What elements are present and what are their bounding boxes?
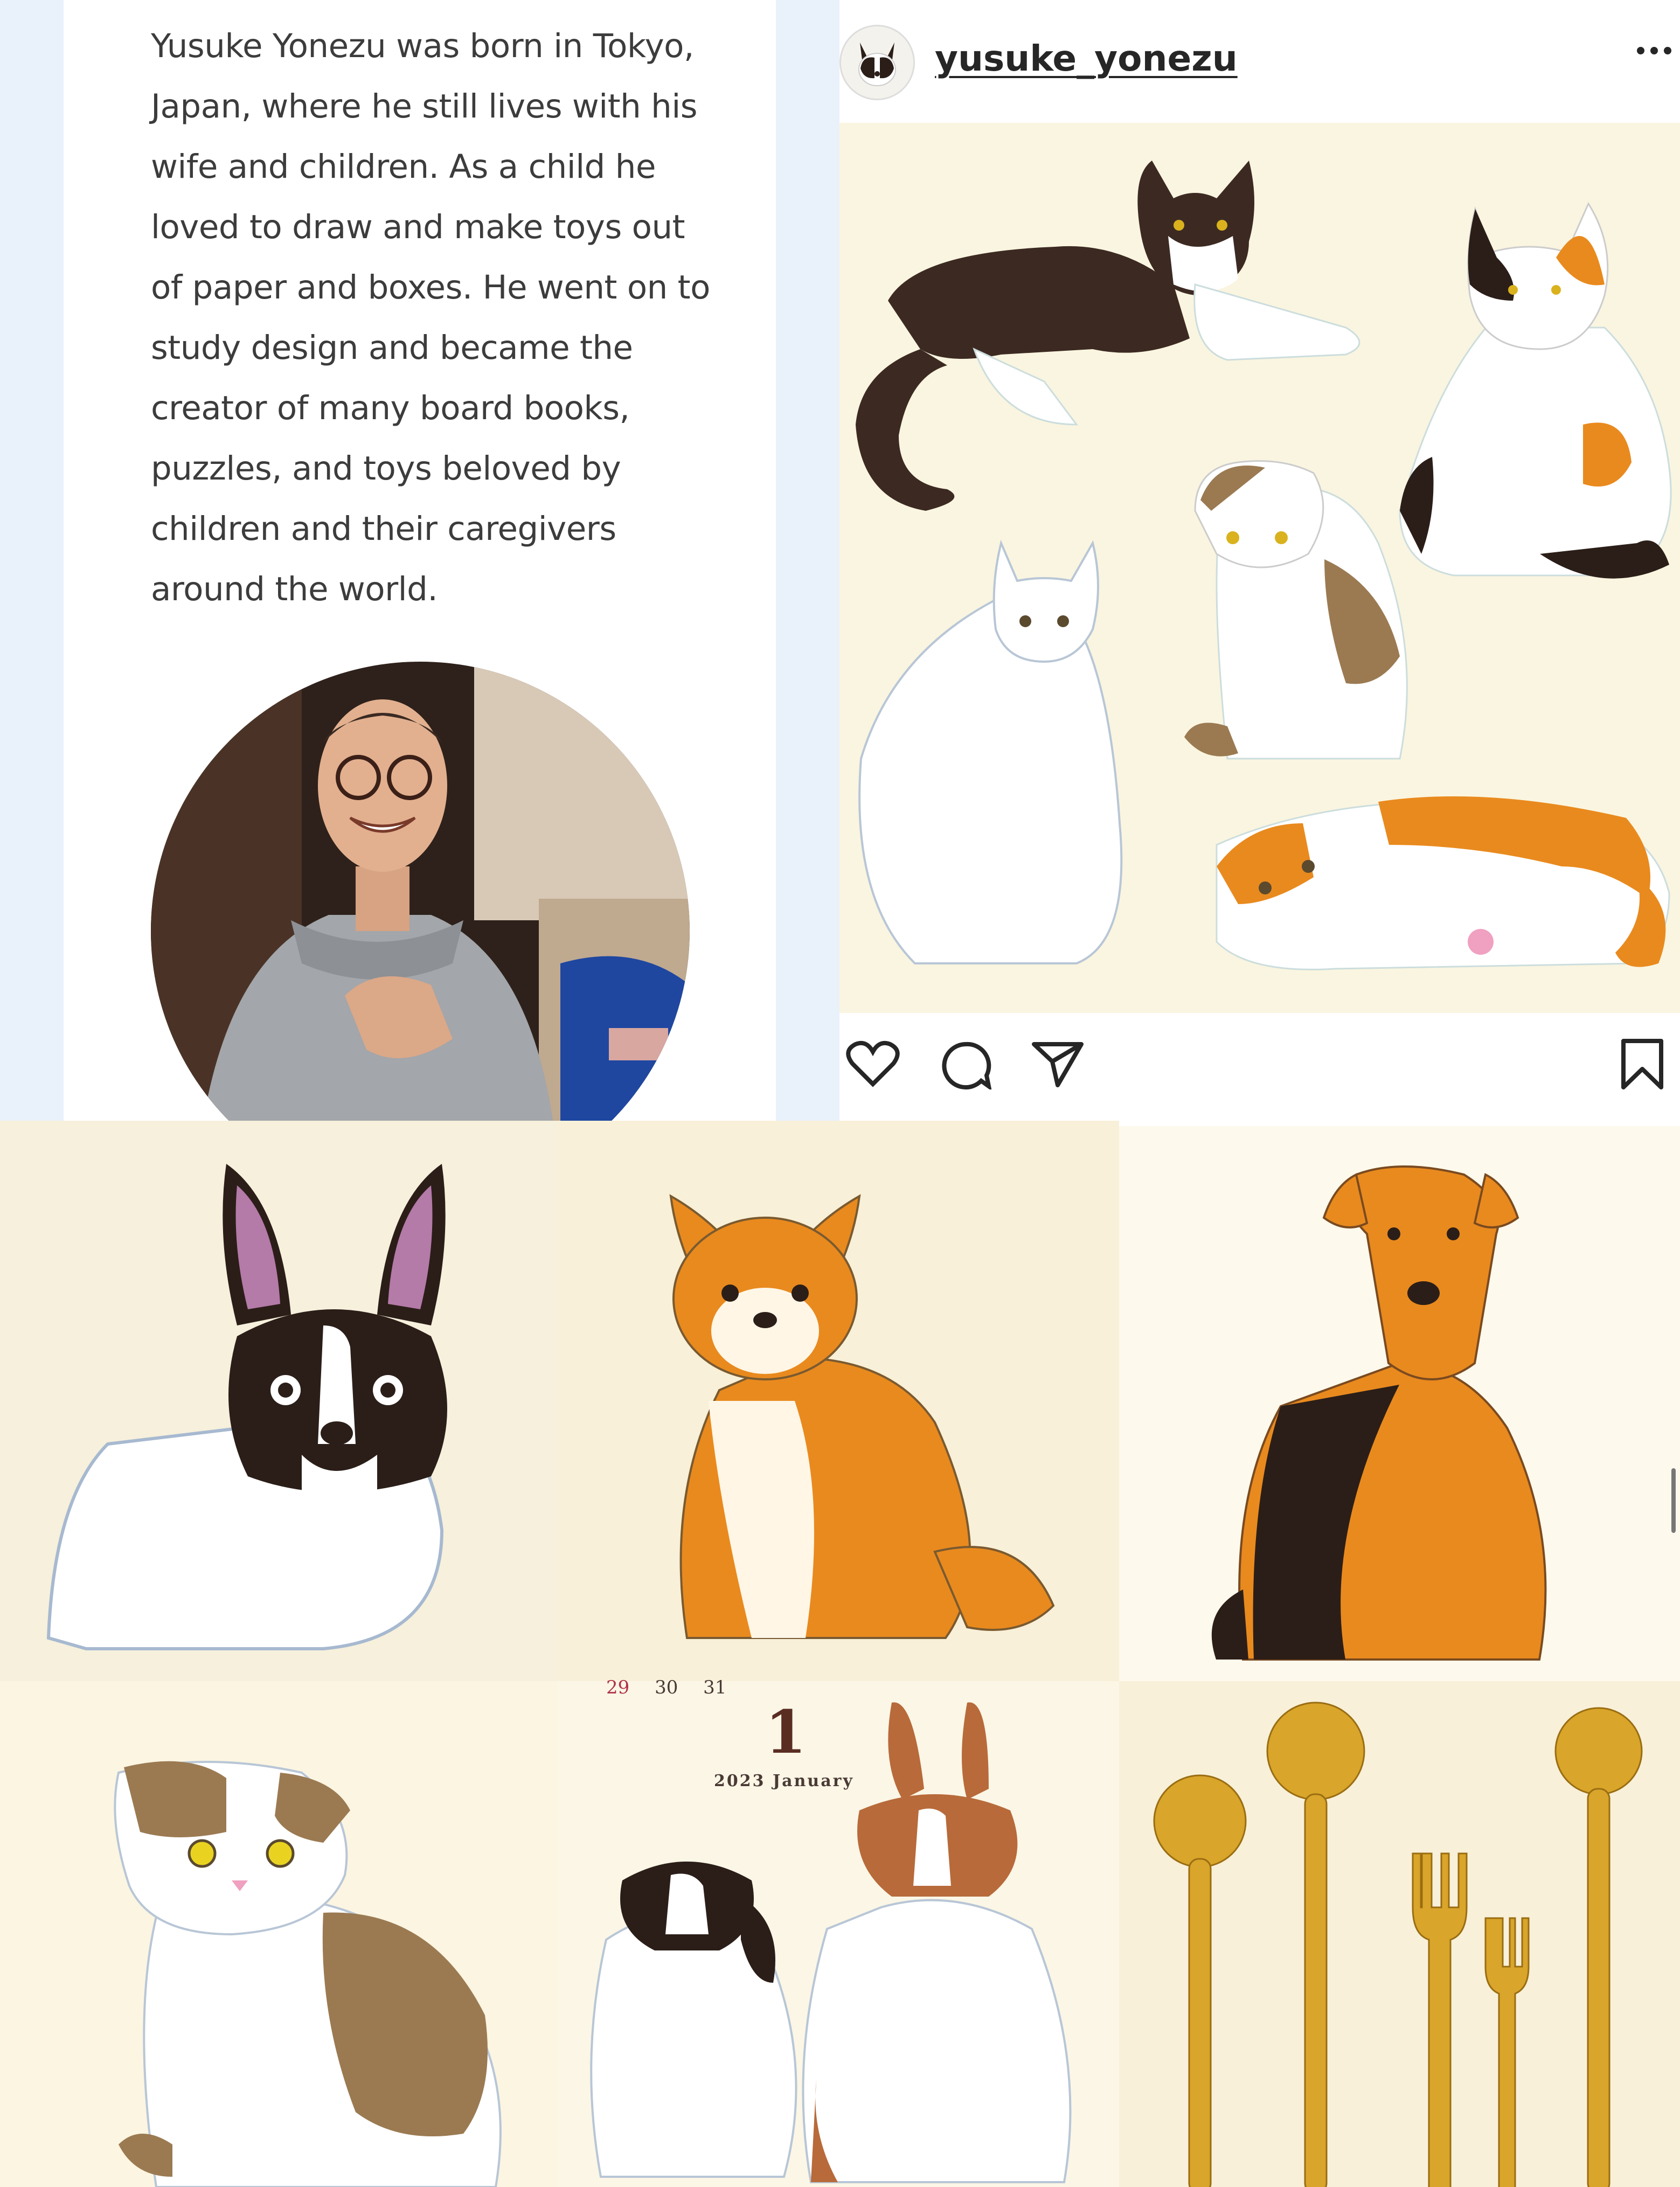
bio-line: wife and children. As a child he xyxy=(151,148,656,186)
calendar-day: 29 xyxy=(606,1677,630,1698)
spoons-forks-illustration xyxy=(1119,1681,1680,2187)
calendar-day: 30 xyxy=(655,1677,678,1698)
author-photo-illustration xyxy=(151,662,690,1121)
comment-icon[interactable] xyxy=(939,1041,993,1092)
french-bulldog-illustration xyxy=(0,1121,558,1681)
author-photo xyxy=(151,662,690,1121)
profile-avatar[interactable] xyxy=(839,25,915,100)
bio-line: creator of many board books, xyxy=(151,389,630,427)
share-icon[interactable] xyxy=(1031,1040,1085,1091)
shiba-dog-illustration xyxy=(558,1121,1119,1681)
french-bulldog-tile[interactable] xyxy=(0,1121,558,1681)
french-bulldog-avatar-icon xyxy=(841,26,913,99)
airedale-terrier-illustration xyxy=(1119,1126,1680,1681)
post-image[interactable] xyxy=(839,123,1680,1013)
calendar-month-label: 2023 January xyxy=(714,1772,854,1790)
calendar-month-number: 1 xyxy=(765,1697,807,1767)
post-action-bar xyxy=(839,1013,1680,1126)
heart-icon[interactable] xyxy=(846,1040,900,1091)
scottish-fold-cat-tile[interactable] xyxy=(0,1681,558,2187)
spoons-forks-tile[interactable] xyxy=(1119,1681,1680,2187)
bio-line: children and their caregivers xyxy=(151,510,616,548)
rabbits-illustration xyxy=(558,1681,1119,2187)
calendar-day: 31 xyxy=(703,1677,727,1698)
cats-illustration xyxy=(839,123,1680,1013)
post-username[interactable]: yusuke_yonezu xyxy=(935,38,1238,79)
bio-line: around the world. xyxy=(151,570,438,608)
scrollbar-thumb[interactable] xyxy=(1671,1468,1676,1533)
bookmark-icon[interactable] xyxy=(1618,1038,1667,1094)
bio-line: of paper and boxes. He went on to xyxy=(151,268,710,307)
bio-line: puzzles, and toys beloved by xyxy=(151,449,621,488)
orange-white-cat-lying xyxy=(1216,796,1670,970)
shiba-dog-tile[interactable] xyxy=(558,1121,1119,1681)
bio-line: Japan, where he still lives with his xyxy=(151,87,698,126)
bio-line: loved to draw and make toys out xyxy=(151,208,685,246)
scottish-fold-cat-illustration xyxy=(0,1681,558,2187)
bio-line: Yusuke Yonezu was born in Tokyo, xyxy=(151,27,694,65)
bio-line: study design and became the xyxy=(151,329,633,367)
calendar-day-numbers: 29 30 31 xyxy=(606,1677,746,1698)
more-horizontal-icon[interactable] xyxy=(1633,34,1676,67)
bio-paragraph: Yusuke Yonezu was born in Tokyo, Japan, … xyxy=(151,16,710,620)
calendar-rabbits-tile[interactable] xyxy=(558,1681,1119,2187)
airedale-terrier-tile[interactable] xyxy=(1119,1126,1680,1681)
